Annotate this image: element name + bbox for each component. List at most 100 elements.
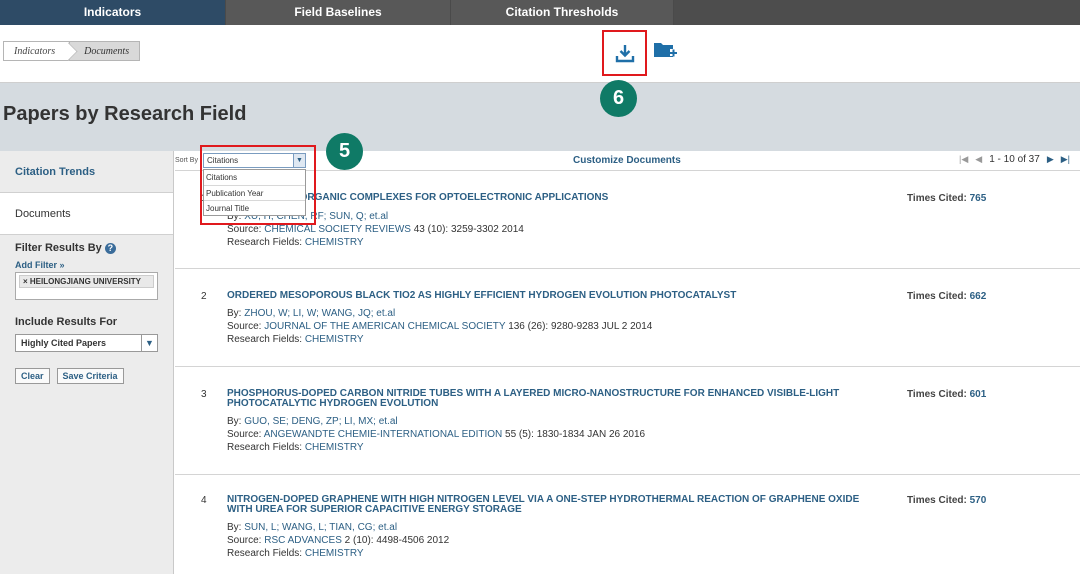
sidebar: Citation Trends Documents Filter Results…	[0, 151, 174, 574]
entry-details: 136 (26): 9280-9283 JUL 2 2014	[508, 321, 653, 332]
pager-text: 1 - 10 of 37	[989, 154, 1040, 165]
entry-journal[interactable]: RSC ADVANCES	[264, 535, 342, 546]
source-label: Source:	[227, 321, 262, 332]
entry-details: 55 (5): 1830-1834 JAN 26 2016	[505, 429, 646, 440]
fields-label: Research Fields:	[227, 237, 303, 248]
list-item: 3 PHOSPHORUS-DOPED CARBON NITRIDE TUBES …	[175, 367, 1080, 475]
entry-journal[interactable]: ANGEWANDTE CHEMIE-INTERNATIONAL EDITION	[264, 429, 503, 440]
filter-results-label: Filter Results By	[15, 242, 102, 254]
sort-option-citations[interactable]: Citations	[204, 170, 305, 186]
times-cited-label: Times Cited:	[907, 495, 967, 506]
entry-details: 2 (10): 4498-4506 2012	[344, 535, 450, 546]
source-label: Source:	[227, 224, 262, 235]
entry-journal[interactable]: CHEMICAL SOCIETY REVIEWS	[264, 224, 411, 235]
entry-journal[interactable]: JOURNAL OF THE AMERICAN CHEMICAL SOCIETY	[264, 321, 505, 332]
times-cited-label: Times Cited:	[907, 389, 967, 400]
times-cited-label: Times Cited:	[907, 291, 967, 302]
fields-label: Research Fields:	[227, 548, 303, 559]
chevron-down-icon: ▼	[141, 335, 157, 351]
fields-label: Research Fields:	[227, 334, 303, 345]
filter-box: × HEILONGJIANG UNIVERSITY	[15, 272, 158, 300]
sidebar-item-documents[interactable]: Documents	[0, 193, 173, 235]
entry-meta: By: SUN, L; WANG, L; TIAN, CG; et.al Sou…	[227, 521, 449, 560]
entry-authors[interactable]: ZHOU, W; LI, W; WANG, JQ; et.al	[244, 308, 395, 319]
add-folder-button[interactable]	[653, 40, 677, 60]
entry-field[interactable]: CHEMISTRY	[305, 334, 364, 345]
filter-chip[interactable]: × HEILONGJIANG UNIVERSITY	[19, 275, 154, 288]
breadcrumb-indicators[interactable]: Indicators	[3, 41, 71, 61]
times-cited-value[interactable]: 601	[970, 389, 987, 400]
include-results-heading: Include Results For	[15, 316, 118, 328]
include-results-select[interactable]: Highly Cited Papers ▼	[15, 334, 158, 352]
entry-number: 3	[201, 389, 207, 400]
first-page-icon[interactable]: |◀	[959, 154, 968, 165]
help-icon[interactable]: ?	[104, 242, 116, 254]
last-page-icon[interactable]: ▶|	[1061, 154, 1070, 165]
folder-add-icon	[654, 43, 677, 57]
entry-meta: By: GUO, SE; DENG, ZP; LI, MX; et.al Sou…	[227, 415, 645, 454]
times-cited-value[interactable]: 662	[970, 291, 987, 302]
entry-number: 2	[201, 291, 207, 302]
download-button[interactable]	[602, 30, 647, 76]
sort-selected-value: Citations	[207, 156, 239, 165]
breadcrumb: Indicators Documents	[3, 41, 141, 61]
times-cited: Times Cited: 570	[907, 495, 986, 506]
entry-title[interactable]: ORDERED MESOPOROUS BLACK TIO2 AS HIGHLY …	[227, 291, 877, 301]
chevron-down-icon: ▼	[293, 154, 305, 167]
entry-number: 4	[201, 495, 207, 506]
source-label: Source:	[227, 535, 262, 546]
results-header: Sort By Customize Documents |◀ ◀ 1 - 10 …	[175, 151, 1080, 171]
filter-results-heading: Filter Results By ?	[15, 242, 173, 254]
sort-option-publication-year[interactable]: Publication Year	[204, 186, 305, 201]
list-item: 1 ESS IN METAL-ORGANIC COMPLEXES FOR OPT…	[175, 171, 1080, 269]
entry-authors[interactable]: SUN, L; WANG, L; TIAN, CG; et.al	[244, 522, 397, 533]
times-cited-label: Times Cited:	[907, 193, 967, 204]
entry-field[interactable]: CHEMISTRY	[305, 442, 364, 453]
include-selected-value: Highly Cited Papers	[21, 338, 107, 348]
entry-title[interactable]: ESS IN METAL-ORGANIC COMPLEXES FOR OPTOE…	[227, 193, 877, 203]
page-title: Papers by Research Field	[3, 103, 247, 125]
entry-title[interactable]: NITROGEN-DOPED GRAPHENE WITH HIGH NITROG…	[227, 495, 877, 515]
entry-title[interactable]: PHOSPHORUS-DOPED CARBON NITRIDE TUBES WI…	[227, 389, 877, 409]
pager: |◀ ◀ 1 - 10 of 37 ▶ ▶|	[959, 154, 1070, 165]
by-label: By:	[227, 308, 242, 319]
title-band: Papers by Research Field	[0, 83, 1080, 151]
toolbar: Indicators Documents	[0, 25, 1080, 83]
entry-meta: By: ZHOU, W; LI, W; WANG, JQ; et.al Sour…	[227, 307, 652, 346]
save-criteria-button[interactable]: Save Criteria	[56, 368, 124, 384]
by-label: By:	[227, 416, 242, 427]
add-filter-link[interactable]: Add Filter »	[15, 260, 173, 270]
top-nav: Indicators Field Baselines Citation Thre…	[0, 0, 1080, 25]
tab-indicators[interactable]: Indicators	[0, 0, 226, 25]
times-cited-value[interactable]: 570	[970, 495, 987, 506]
sort-by-select[interactable]: Citations ▼	[203, 153, 306, 168]
clear-button[interactable]: Clear	[15, 368, 50, 384]
list-item: 4 NITROGEN-DOPED GRAPHENE WITH HIGH NITR…	[175, 475, 1080, 574]
times-cited: Times Cited: 765	[907, 193, 986, 204]
step-6-badge: 6	[600, 80, 637, 117]
fields-label: Research Fields:	[227, 442, 303, 453]
entry-details: 43 (10): 3259-3302 2014	[413, 224, 524, 235]
sidebar-item-citation-trends[interactable]: Citation Trends	[0, 151, 173, 193]
results-list: 1 ESS IN METAL-ORGANIC COMPLEXES FOR OPT…	[175, 171, 1080, 574]
sort-by-label: Sort By	[175, 157, 198, 164]
step-5-badge: 5	[326, 133, 363, 170]
breadcrumb-documents: Documents	[70, 41, 141, 61]
times-cited: Times Cited: 662	[907, 291, 986, 302]
customize-documents-link[interactable]: Customize Documents	[573, 155, 681, 166]
tab-citation-thresholds[interactable]: Citation Thresholds	[451, 0, 674, 25]
source-label: Source:	[227, 429, 262, 440]
sort-option-journal-title[interactable]: Journal Title	[204, 201, 305, 217]
entry-field[interactable]: CHEMISTRY	[305, 237, 364, 248]
by-label: By:	[227, 522, 242, 533]
next-page-icon[interactable]: ▶	[1047, 154, 1054, 165]
download-icon	[615, 45, 634, 63]
tab-field-baselines[interactable]: Field Baselines	[226, 0, 451, 25]
times-cited: Times Cited: 601	[907, 389, 986, 400]
prev-page-icon[interactable]: ◀	[975, 154, 982, 165]
nav-filler	[674, 0, 1080, 25]
entry-authors[interactable]: GUO, SE; DENG, ZP; LI, MX; et.al	[244, 416, 397, 427]
entry-field[interactable]: CHEMISTRY	[305, 548, 364, 559]
sidebar-buttons: Clear Save Criteria	[15, 368, 173, 384]
times-cited-value[interactable]: 765	[970, 193, 987, 204]
